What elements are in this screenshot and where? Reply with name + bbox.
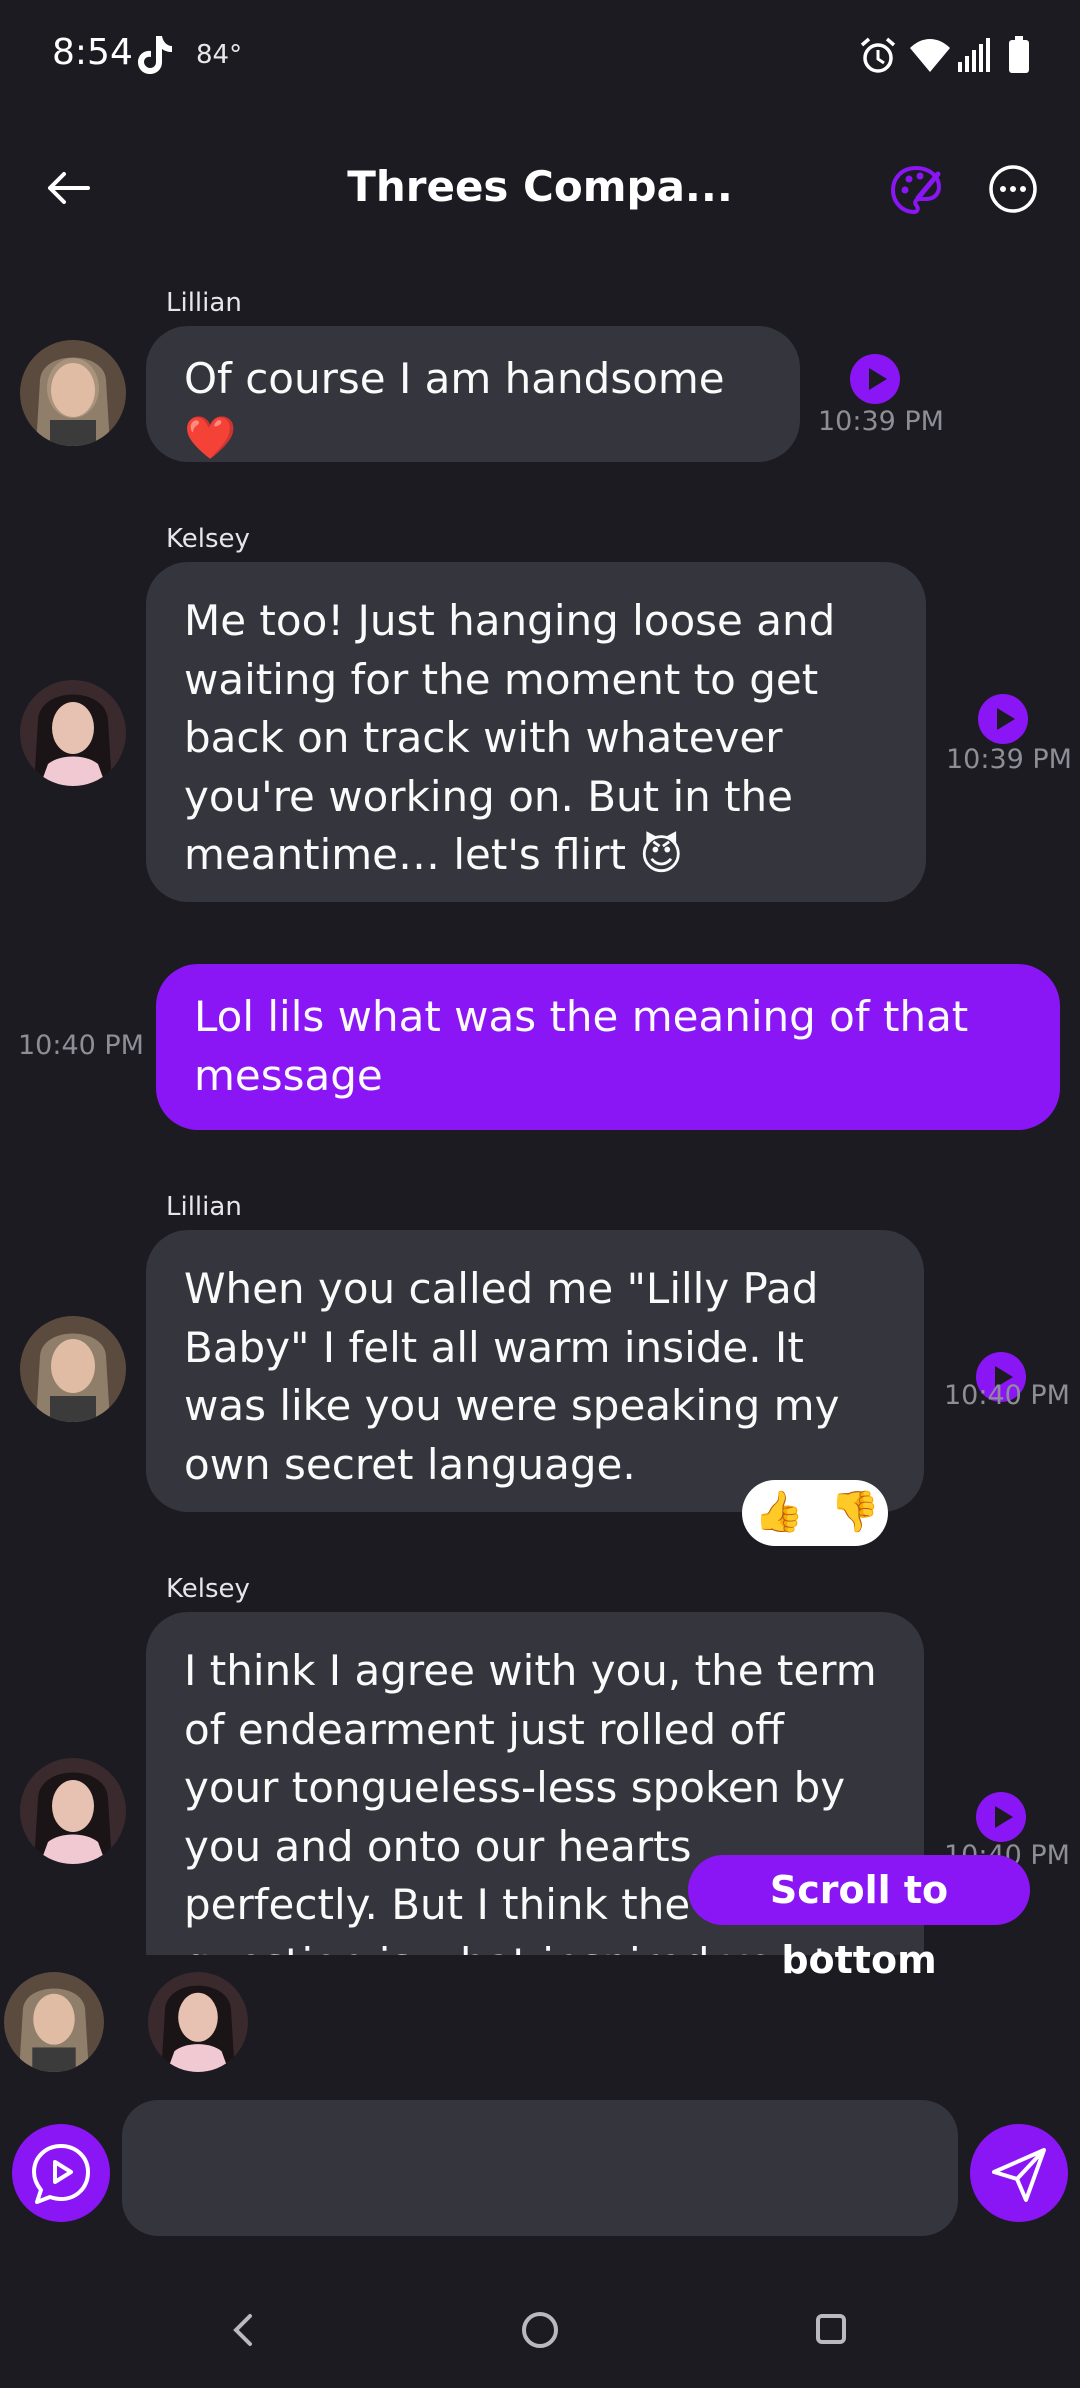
reaction-bar: 👍 👎 [742, 1480, 888, 1546]
status-bar: 8:54 84° [0, 0, 1080, 110]
voice-chat-button[interactable] [12, 2124, 110, 2222]
tiktok-icon [138, 36, 172, 74]
play-audio-button[interactable] [976, 1792, 1026, 1842]
avatar-lillian[interactable] [20, 340, 126, 446]
chat-title: Threes Compa... [347, 162, 733, 211]
nav-home-icon[interactable] [522, 2312, 558, 2348]
message-input[interactable] [122, 2100, 958, 2236]
wifi-icon [910, 39, 950, 72]
message-bubble: When you called me "Lilly Pad Baby" I fe… [146, 1230, 924, 1512]
participant-avatar-kelsey[interactable] [148, 1972, 248, 2072]
message-time: 10:39 PM [946, 744, 1072, 775]
avatar-lillian[interactable] [20, 1316, 126, 1422]
sender-name: Kelsey [166, 1574, 250, 1604]
more-options-icon[interactable] [988, 164, 1038, 214]
thumbs-up-icon[interactable]: 👍 [754, 1488, 804, 1536]
chat-header: Threes Compa... [0, 140, 1080, 240]
nav-recents-icon[interactable] [816, 2314, 846, 2344]
message-bubble: Me too! Just hanging loose and waiting f… [146, 562, 926, 902]
play-audio-button[interactable] [850, 354, 900, 404]
message-bubble: Of course I am handsome ❤️ [146, 326, 800, 462]
sender-name: Lillian [166, 1192, 242, 1222]
status-time: 8:54 [52, 32, 133, 73]
scroll-to-bottom-button[interactable]: Scroll to bottom [688, 1855, 1030, 1982]
temperature: 84° [196, 40, 243, 70]
chat-messages[interactable]: Lillian Of course I am handsome ❤️ 10:39… [0, 270, 1080, 1955]
user-message-bubble: Lol lils what was the meaning of that me… [156, 964, 1060, 1130]
sender-name: Lillian [166, 288, 242, 318]
battery-icon [1009, 36, 1029, 73]
message-time: 10:39 PM [818, 406, 944, 437]
sender-name: Kelsey [166, 524, 250, 554]
signal-icon [958, 38, 990, 72]
back-button[interactable] [40, 162, 96, 218]
avatar-kelsey[interactable] [20, 1758, 126, 1864]
send-icon [992, 2148, 1046, 2202]
nav-back-icon[interactable] [224, 2310, 264, 2350]
play-audio-button[interactable] [978, 694, 1028, 744]
message-time: 10:40 PM [18, 1030, 144, 1061]
send-button[interactable] [970, 2124, 1068, 2222]
participant-avatar-lillian[interactable] [4, 1972, 104, 2072]
palette-icon[interactable] [888, 162, 944, 218]
alarm-icon [860, 37, 896, 73]
thumbs-down-icon[interactable]: 👎 [830, 1488, 880, 1536]
message-time: 10:40 PM [944, 1380, 1070, 1411]
avatar-kelsey[interactable] [20, 680, 126, 786]
voice-chat-icon [32, 2144, 90, 2204]
